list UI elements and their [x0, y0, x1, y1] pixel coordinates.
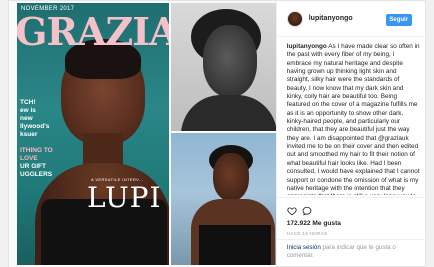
caption: lupitanyongo As I have made clear so oft… [287, 43, 421, 195]
action-bar [276, 197, 427, 221]
like-count[interactable]: 172.922 Me gusta [287, 220, 341, 227]
post-time[interactable]: HACE 14 HORAS [287, 231, 328, 236]
color-face [213, 153, 249, 201]
post-sidebar: lupitanyongo Seguir lupitanyongo As I ha… [275, 1, 427, 267]
bw-shoulders [181, 95, 276, 131]
header-username[interactable]: lupitanyongo [309, 15, 353, 22]
caption-username[interactable]: lupitanyongo [287, 43, 327, 50]
color-dress [199, 225, 271, 265]
cover-name: LUPI [87, 181, 162, 214]
caption-text: As I have made clear so often in the pas… [286, 43, 420, 195]
post-header: lupitanyongo Seguir [276, 1, 427, 37]
login-link[interactable]: Inicia sesión [287, 244, 321, 251]
heart-icon[interactable] [287, 206, 297, 216]
original-color-photo [171, 133, 276, 265]
cover-masthead: GRAZIA [17, 9, 169, 54]
comment-icon[interactable] [302, 206, 312, 216]
original-bw-photo [171, 3, 276, 131]
instagram-post: NOVEMBER 2017 GRAZIA TCH! ew is new llyw… [8, 0, 427, 267]
cover-headlines: TCH! ew is new llywood's ksuer ITHING TO… [20, 99, 53, 178]
comment-bar: Inicia sesión para indicar que te gusta … [276, 239, 427, 267]
magazine-cover: NOVEMBER 2017 GRAZIA TCH! ew is new llyw… [17, 3, 169, 265]
login-prompt: Inicia sesión para indicar que te gusta … [287, 244, 419, 260]
follow-button[interactable]: Seguir [385, 14, 412, 26]
post-photo[interactable]: NOVEMBER 2017 GRAZIA TCH! ew is new llyw… [9, 1, 276, 267]
bw-face [203, 25, 257, 97]
avatar[interactable] [286, 11, 303, 27]
